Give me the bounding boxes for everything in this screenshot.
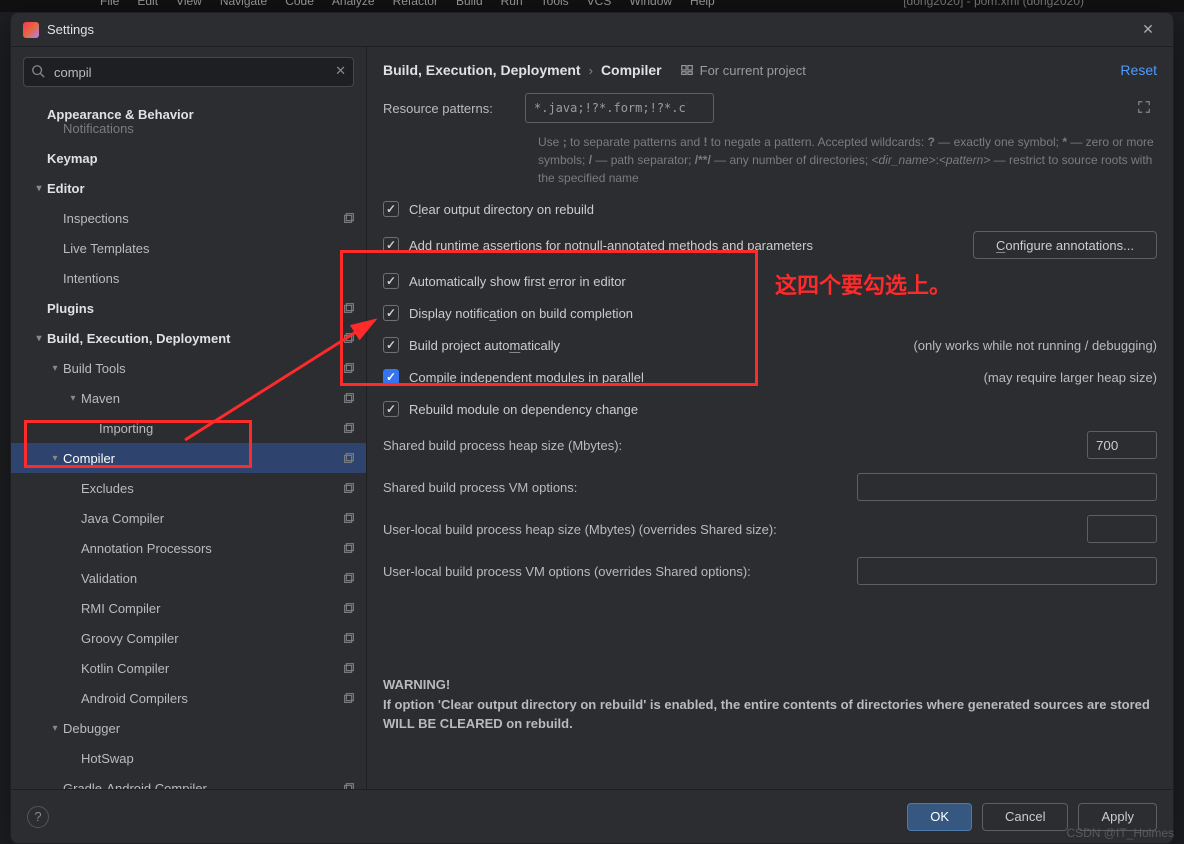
checkbox-icon[interactable] xyxy=(383,273,399,289)
chevron-icon: ▾ xyxy=(65,393,81,404)
settings-tree[interactable]: Appearance & BehaviorNotificationsKeymap… xyxy=(11,93,366,789)
sidebar-item-editor[interactable]: ▾Editor xyxy=(11,173,366,203)
breadcrumb: Build, Execution, Deployment › Compiler … xyxy=(367,47,1173,93)
copy-icon xyxy=(338,481,356,495)
project-badge: For current project xyxy=(680,63,806,78)
sidebar-item-plugins[interactable]: Plugins xyxy=(11,293,366,323)
copy-icon xyxy=(338,541,356,555)
chevron-icon: ▾ xyxy=(47,723,63,734)
ok-button[interactable]: OK xyxy=(907,803,972,831)
sidebar-item-groovy-compiler[interactable]: Groovy Compiler xyxy=(11,623,366,653)
main-menubar: FileEditViewNavigateCodeAnalyzeRefactorB… xyxy=(0,0,1184,12)
sidebar-item-keymap[interactable]: Keymap xyxy=(11,143,366,173)
copy-icon xyxy=(338,781,356,789)
help-icon[interactable]: ? xyxy=(27,806,49,828)
sidebar-item-live-templates[interactable]: Live Templates xyxy=(11,233,366,263)
checkbox-icon[interactable] xyxy=(383,237,399,253)
sidebar-item-importing[interactable]: Importing xyxy=(11,413,366,443)
cb-compile-parallel[interactable]: Compile independent modules in parallel … xyxy=(383,367,1157,387)
search-input[interactable] xyxy=(23,57,354,87)
cb-display-notification[interactable]: Display notification on build completion xyxy=(383,303,1157,323)
checkbox-icon[interactable] xyxy=(383,201,399,217)
ide-logo-icon xyxy=(23,22,39,38)
sidebar-item-hotswap[interactable]: HotSwap xyxy=(11,743,366,773)
copy-icon xyxy=(338,361,356,375)
copy-icon xyxy=(338,661,356,675)
cancel-button[interactable]: Cancel xyxy=(982,803,1068,831)
resource-hint: Use ; to separate patterns and ! to nega… xyxy=(538,133,1157,187)
copy-icon xyxy=(338,391,356,405)
watermark: CSDN @IT_Holmes xyxy=(1066,826,1174,840)
sidebar-item-build-execution-deployment[interactable]: ▾Build, Execution, Deployment xyxy=(11,323,366,353)
sidebar-item-kotlin-compiler[interactable]: Kotlin Compiler xyxy=(11,653,366,683)
dialog-title: Settings xyxy=(47,22,94,37)
sidebar-item-compiler[interactable]: ▾Compiler xyxy=(11,443,366,473)
sidebar-item-build-tools[interactable]: ▾Build Tools xyxy=(11,353,366,383)
sidebar-item-intentions[interactable]: Intentions xyxy=(11,263,366,293)
cb-rebuild-dep[interactable]: Rebuild module on dependency change xyxy=(383,399,1157,419)
checkbox-icon[interactable] xyxy=(383,337,399,353)
user-heap-row: User-local build process heap size (Mbyt… xyxy=(383,515,1157,543)
close-icon[interactable]: ✕ xyxy=(1135,17,1161,43)
copy-icon xyxy=(338,331,356,345)
user-vm-input[interactable] xyxy=(857,557,1157,585)
clear-search-icon[interactable]: ✕ xyxy=(335,63,346,79)
copy-icon xyxy=(338,421,356,435)
cb-runtime-assertions[interactable]: Add runtime assertions for notnull-annot… xyxy=(383,231,1157,259)
resource-patterns-label: Resource patterns: xyxy=(383,101,525,116)
sidebar-item-gradle-android-compiler[interactable]: Gradle-Android Compiler xyxy=(11,773,366,789)
checkbox-icon[interactable] xyxy=(383,305,399,321)
chevron-icon: ▾ xyxy=(31,183,47,194)
dialog-footer: ? OK Cancel Apply xyxy=(11,789,1173,843)
sidebar-item-debugger[interactable]: ▾Debugger xyxy=(11,713,366,743)
dialog-titlebar: Settings ✕ xyxy=(11,13,1173,47)
vm-options-row: Shared build process VM options: xyxy=(383,473,1157,501)
sidebar-item-java-compiler[interactable]: Java Compiler xyxy=(11,503,366,533)
sidebar-item-android-compilers[interactable]: Android Compilers xyxy=(11,683,366,713)
heap-size-row: Shared build process heap size (Mbytes): xyxy=(383,431,1157,459)
checkbox-icon[interactable] xyxy=(383,369,399,385)
settings-dialog: Settings ✕ ✕ Appearance & BehaviorNotifi… xyxy=(10,12,1174,844)
copy-icon xyxy=(338,211,356,225)
checkbox-icon[interactable] xyxy=(383,401,399,417)
copy-icon xyxy=(338,301,356,315)
copy-icon xyxy=(338,511,356,525)
resource-patterns-input[interactable] xyxy=(525,93,714,123)
copy-icon xyxy=(338,601,356,615)
sidebar-item-rmi-compiler[interactable]: RMI Compiler xyxy=(11,593,366,623)
sidebar-item-excludes[interactable]: Excludes xyxy=(11,473,366,503)
vm-options-input[interactable] xyxy=(857,473,1157,501)
user-heap-input[interactable] xyxy=(1087,515,1157,543)
cb-clear-output[interactable]: Clear output directory on rebuild xyxy=(383,199,1157,219)
sidebar-item-annotation-processors[interactable]: Annotation Processors xyxy=(11,533,366,563)
sidebar-item-inspections[interactable]: Inspections xyxy=(11,203,366,233)
warning-text: WARNING! If option 'Clear output directo… xyxy=(383,675,1157,734)
chevron-icon: ▾ xyxy=(31,333,47,344)
heap-size-input[interactable] xyxy=(1087,431,1157,459)
expand-icon[interactable] xyxy=(1137,100,1151,114)
sidebar-item-validation[interactable]: Validation xyxy=(11,563,366,593)
copy-icon xyxy=(338,451,356,465)
chevron-icon: ▾ xyxy=(47,363,63,374)
user-vm-row: User-local build process VM options (ove… xyxy=(383,557,1157,585)
cb-build-auto[interactable]: Build project automatically (only works … xyxy=(383,335,1157,355)
copy-icon xyxy=(338,691,356,705)
copy-icon xyxy=(338,571,356,585)
chevron-icon: ▾ xyxy=(47,453,63,464)
sidebar-item-maven[interactable]: ▾Maven xyxy=(11,383,366,413)
search-icon xyxy=(31,64,45,78)
cb-show-first-error[interactable]: Automatically show first error in editor xyxy=(383,271,1157,291)
copy-icon xyxy=(338,631,356,645)
chevron-right-icon: › xyxy=(589,63,593,78)
configure-annotations-button[interactable]: CConfigure annotations...onfigure annota… xyxy=(973,231,1157,259)
reset-link[interactable]: Reset xyxy=(1120,62,1157,78)
settings-sidebar: ✕ Appearance & BehaviorNotificationsKeym… xyxy=(11,47,367,789)
